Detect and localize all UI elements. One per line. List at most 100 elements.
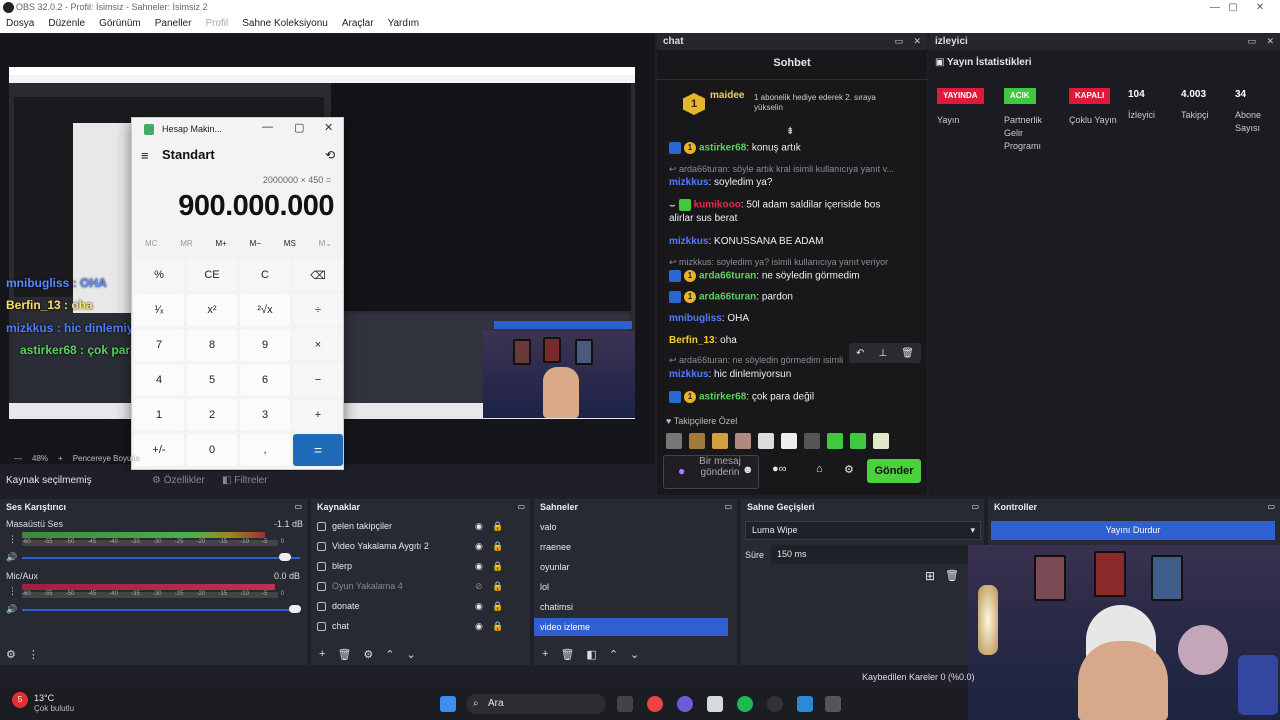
- lock-icon[interactable]: 🔒: [492, 521, 503, 532]
- dock-float-icon[interactable]: ▭: [971, 499, 979, 515]
- dock-close-icon[interactable]: ✕: [1266, 33, 1274, 50]
- move-up-icon[interactable]: ⌃: [385, 648, 394, 661]
- calc-key[interactable]: %: [134, 259, 184, 291]
- move-down-icon[interactable]: ⌄: [407, 648, 416, 661]
- source-item[interactable]: chat ◉ 🔒: [317, 621, 507, 631]
- chat-username[interactable]: mnibugliss: [669, 313, 722, 324]
- menu-dosya[interactable]: Dosya: [6, 15, 34, 33]
- stop-streaming-button[interactable]: Yayını Durdur: [991, 521, 1275, 540]
- calc-key[interactable]: ⌫: [293, 259, 343, 291]
- lock-icon[interactable]: 🔒: [492, 621, 503, 632]
- calc-key[interactable]: 9: [240, 329, 290, 361]
- emoji-icon[interactable]: ☻: [742, 464, 754, 476]
- mixer-settings-icon[interactable]: ⚙: [6, 648, 16, 661]
- channel-menu-icon[interactable]: ⋮: [8, 586, 17, 597]
- source-item[interactable]: gelen takipçiler ◉ 🔒: [317, 521, 507, 531]
- eye-icon[interactable]: ◉: [475, 521, 483, 532]
- calc-key[interactable]: 4: [134, 364, 184, 396]
- calc-key[interactable]: ÷: [293, 294, 343, 326]
- scene-item[interactable]: chatimsi: [534, 598, 728, 616]
- volume-slider[interactable]: [22, 609, 300, 611]
- dock-float-icon[interactable]: ▭: [517, 499, 525, 515]
- chat-username[interactable]: mizkkus: [669, 236, 708, 247]
- remove-source-icon[interactable]: 🗑: [337, 648, 351, 661]
- scene-item[interactable]: lol: [534, 578, 728, 596]
- mem-store-button[interactable]: MS: [284, 239, 296, 248]
- menu-sahne-koleksiyonu[interactable]: Sahne Koleksiyonu: [242, 15, 328, 33]
- calc-key[interactable]: ²√x: [240, 294, 290, 326]
- emote-icon[interactable]: [666, 433, 682, 449]
- channel-menu-icon[interactable]: ⋮: [8, 534, 17, 545]
- dock-close-icon[interactable]: ✕: [913, 33, 921, 50]
- chrome-icon[interactable]: [647, 696, 663, 712]
- calc-close-button[interactable]: ✕: [324, 121, 333, 134]
- calc-key[interactable]: 8: [187, 329, 237, 361]
- lock-icon[interactable]: 🔒: [492, 561, 503, 572]
- eye-icon[interactable]: ◉: [475, 621, 483, 632]
- menu-duzenle[interactable]: Düzenle: [48, 15, 85, 33]
- file-explorer-icon[interactable]: [707, 696, 723, 712]
- remove-scene-icon[interactable]: 🗑: [560, 648, 574, 661]
- chat-username[interactable]: mizkkus: [669, 369, 708, 380]
- emote-icon[interactable]: [781, 433, 797, 449]
- source-item[interactable]: blerp ◉ 🔒: [317, 561, 507, 571]
- mem-list-button[interactable]: M⌄: [319, 239, 332, 248]
- send-button[interactable]: Gönder: [867, 459, 921, 483]
- emote-icon[interactable]: [804, 433, 820, 449]
- volume-slider[interactable]: [22, 557, 300, 559]
- dock-float-icon[interactable]: ▭: [724, 499, 732, 515]
- dock-float-icon[interactable]: ▭: [1267, 499, 1275, 515]
- lock-icon[interactable]: 🔒: [492, 541, 503, 552]
- zoom-out-button[interactable]: —: [14, 454, 22, 463]
- app-icon[interactable]: [797, 696, 813, 712]
- source-settings-icon[interactable]: ⚙: [363, 648, 373, 661]
- remove-transition-icon[interactable]: 🗑: [945, 569, 959, 582]
- scene-filter-icon[interactable]: ◧: [586, 648, 596, 661]
- undock-icon[interactable]: ▭: [894, 33, 903, 50]
- source-item[interactable]: Oyun Yakalama 4 ⊘ 🔒: [317, 581, 507, 591]
- speaker-icon[interactable]: 🔊: [6, 552, 17, 563]
- properties-button[interactable]: ⚙ Özellikler: [152, 471, 205, 491]
- volume-handle[interactable]: [279, 553, 291, 561]
- eye-icon[interactable]: ◉: [475, 561, 483, 572]
- scene-item[interactable]: video izleme: [534, 618, 728, 636]
- zoom-in-button[interactable]: +: [58, 454, 63, 463]
- taskbar-search[interactable]: ⌕ Ara: [466, 694, 606, 714]
- start-icon[interactable]: [440, 696, 456, 712]
- mem-recall-button[interactable]: MR: [180, 239, 192, 248]
- chat-username[interactable]: mizkkus: [669, 177, 708, 188]
- source-item[interactable]: Video Yakalama Aygıtı 2 ◉ 🔒: [317, 541, 507, 551]
- scene-item[interactable]: valo: [534, 518, 728, 536]
- history-icon[interactable]: ⟲: [325, 148, 335, 162]
- obs-icon[interactable]: [767, 696, 783, 712]
- filters-button[interactable]: ◧ Filtreler: [222, 471, 268, 491]
- menu-araclar[interactable]: Araçlar: [342, 15, 374, 33]
- eye-icon[interactable]: ◉: [475, 541, 483, 552]
- calc-key[interactable]: ¹⁄ₓ: [134, 294, 184, 326]
- mem-clear-button[interactable]: MC: [145, 239, 157, 248]
- scene-item[interactable]: oyunlar: [534, 558, 728, 576]
- calc-key[interactable]: +/-: [134, 434, 184, 466]
- scene-item[interactable]: rraenee: [534, 538, 728, 556]
- add-scene-icon[interactable]: +: [542, 648, 548, 661]
- reply-icon[interactable]: ↶: [856, 348, 864, 359]
- chat-username[interactable]: astirker68: [699, 143, 746, 154]
- source-item[interactable]: donate ◉ 🔒: [317, 601, 507, 611]
- mic-icon[interactable]: ●: [678, 464, 685, 478]
- calculator-icon[interactable]: [825, 696, 841, 712]
- calc-key[interactable]: ,: [240, 434, 290, 466]
- duration-input[interactable]: 150 ms: [771, 545, 981, 564]
- emote-icon[interactable]: [850, 433, 866, 449]
- calc-key[interactable]: 0: [187, 434, 237, 466]
- delete-icon[interactable]: 🗑: [901, 348, 914, 359]
- lock-icon[interactable]: 🔒: [492, 581, 503, 592]
- speaker-icon[interactable]: 🔊: [6, 604, 17, 615]
- calc-key[interactable]: 1: [134, 399, 184, 431]
- emote-icon[interactable]: [758, 433, 774, 449]
- calc-key[interactable]: CE: [187, 259, 237, 291]
- chat-input[interactable]: ● Bir mesaj gönderin ☻: [663, 455, 759, 489]
- chat-username[interactable]: astirker68: [699, 392, 746, 403]
- undock-icon[interactable]: ▭: [1247, 33, 1256, 50]
- move-down-icon[interactable]: ⌄: [630, 648, 639, 661]
- lock-icon[interactable]: 🔒: [492, 601, 503, 612]
